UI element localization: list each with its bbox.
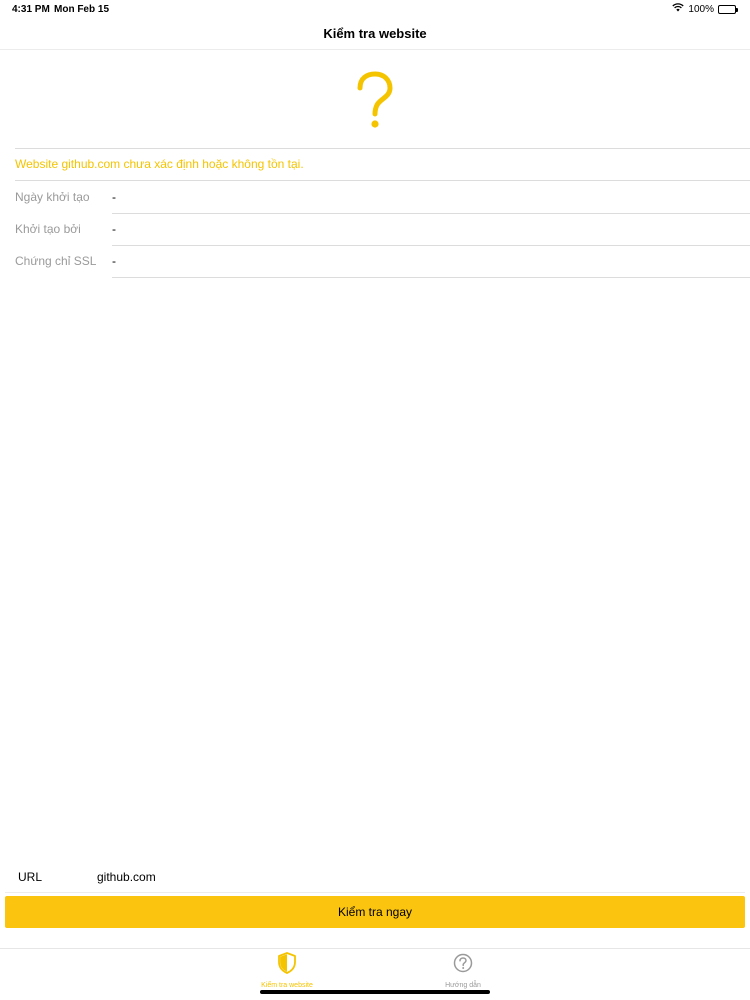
page-title: Kiểm tra website <box>323 26 427 41</box>
info-label: Chứng chỉ SSL <box>15 254 97 268</box>
status-date: Mon Feb 15 <box>54 4 110 15</box>
question-mark-icon <box>0 56 750 146</box>
wifi-icon <box>672 3 685 15</box>
battery-percent: 100% <box>688 3 714 15</box>
tab-check-website[interactable]: Kiểm tra website <box>242 952 332 990</box>
tab-label: Hướng dẫn <box>445 982 481 989</box>
info-label: Ngày khởi tạo <box>15 190 90 204</box>
info-value: - <box>112 254 116 268</box>
tab-label: Kiểm tra website <box>261 982 313 989</box>
info-row-created-by: Khởi tạo bởi - <box>15 213 750 245</box>
result-message: Website github.com chưa xác định hoặc kh… <box>15 157 304 171</box>
divider <box>112 277 750 278</box>
info-value: - <box>112 190 116 204</box>
home-indicator <box>260 990 490 994</box>
url-input[interactable] <box>97 870 697 884</box>
check-now-button[interactable]: Kiểm tra ngay <box>5 896 745 928</box>
info-value: - <box>112 222 116 236</box>
url-row: URL <box>18 862 746 892</box>
navigation-bar: Kiểm tra website <box>0 18 750 50</box>
divider <box>15 148 750 149</box>
shield-icon <box>277 952 297 979</box>
help-circle-icon <box>453 952 473 979</box>
url-label: URL <box>18 870 43 884</box>
info-row-created-date: Ngày khởi tạo - <box>15 181 750 213</box>
screen: 4:31 PM Mon Feb 15 100% Kiểm tra website… <box>0 0 750 1000</box>
status-bar: 4:31 PM Mon Feb 15 100% <box>0 0 750 18</box>
battery-icon <box>718 4 738 14</box>
status-time: 4:31 PM <box>12 4 50 15</box>
status-right: 100% <box>672 3 738 15</box>
tab-guide[interactable]: Hướng dẫn <box>418 952 508 990</box>
divider <box>5 892 745 893</box>
info-row-ssl: Chứng chỉ SSL - <box>15 245 750 277</box>
info-label: Khởi tạo bởi <box>15 222 81 236</box>
